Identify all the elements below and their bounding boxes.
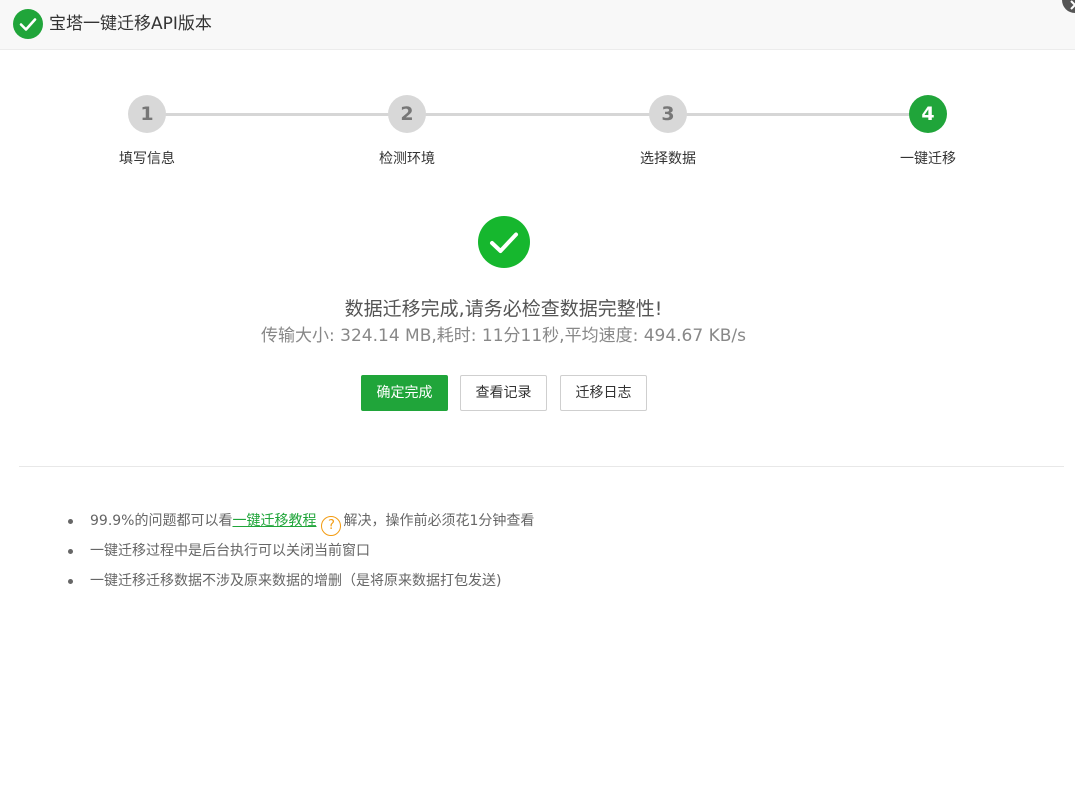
step-one-click-migrate: 4 一键迁移 (868, 95, 988, 168)
step-number: 3 (649, 95, 687, 133)
step-label: 检测环境 (379, 151, 435, 167)
tips-list: 99.9%的问题都可以看一键迁移教程? 解决，操作前必须花1分钟查看 一键迁移过程… (68, 508, 968, 598)
stepper-track (147, 113, 928, 116)
step-number-active: 4 (909, 95, 947, 133)
check-circle-icon (13, 9, 43, 39)
window-title: 宝塔一键迁移API版本 (49, 14, 212, 34)
tip-text: 一键迁移过程中是后台执行可以关闭当前窗口 (90, 543, 370, 559)
step-label: 一键迁移 (900, 151, 956, 167)
help-icon[interactable]: ? (321, 516, 342, 536)
tip-item-no-modify: 一键迁移迁移数据不涉及原来数据的增删（是将原来数据打包发送) (68, 568, 968, 598)
step-number: 2 (388, 95, 426, 133)
result-title: 数据迁移完成,请务必检查数据完整性! (344, 298, 663, 320)
tip-item-tutorial: 99.9%的问题都可以看一键迁移教程? 解决，操作前必须花1分钟查看 (68, 508, 968, 538)
tip-text: 解决，操作前必须花1分钟查看 (343, 513, 535, 529)
step-fill-info: 1 填写信息 (87, 95, 207, 168)
window-titlebar: 宝塔一键迁移API版本 (0, 0, 1075, 50)
step-number: 1 (128, 95, 166, 133)
section-divider (19, 466, 1064, 467)
step-label: 填写信息 (119, 151, 175, 167)
view-records-button[interactable]: 查看记录 (460, 375, 547, 411)
close-icon[interactable] (1062, 0, 1075, 13)
tip-text: 99.9%的问题都可以看 (90, 513, 233, 529)
tutorial-link[interactable]: 一键迁移教程 (232, 513, 316, 529)
bullet-dot (68, 519, 73, 524)
step-label: 选择数据 (640, 151, 696, 167)
bullet-dot (68, 549, 73, 554)
migration-stepper: 1 填写信息 2 检测环境 3 选择数据 4 一键迁移 (0, 95, 1075, 185)
migration-log-button[interactable]: 迁移日志 (560, 375, 647, 411)
step-select-data: 3 选择数据 (608, 95, 728, 168)
confirm-finish-button[interactable]: 确定完成 (361, 375, 448, 411)
tip-text: 一键迁移迁移数据不涉及原来数据的增删（是将原来数据打包发送) (90, 573, 502, 589)
step-check-env: 2 检测环境 (347, 95, 467, 168)
success-check-icon (478, 216, 530, 268)
tip-item-background: 一键迁移过程中是后台执行可以关闭当前窗口 (68, 538, 968, 568)
result-stats: 传输大小: 324.14 MB,耗时: 11分11秒,平均速度: 494.67 … (261, 326, 746, 346)
bullet-dot (68, 579, 73, 584)
